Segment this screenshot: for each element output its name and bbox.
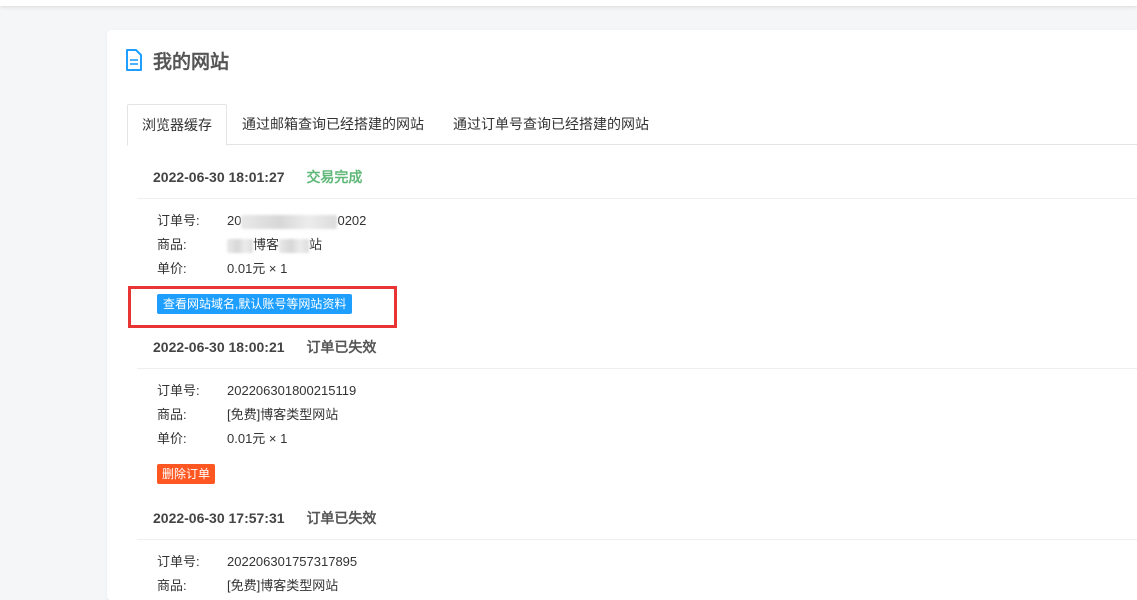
product-value: [免费]博客类型网站	[227, 407, 339, 422]
top-bar	[0, 0, 1137, 6]
order-header: 2022-06-30 17:57:31 订单已失效	[153, 508, 376, 528]
divider	[137, 539, 1137, 540]
tab-query-by-email[interactable]: 通过邮箱查询已经搭建的网站	[227, 104, 439, 144]
price-value: 0.01元 × 1	[227, 431, 288, 446]
redacted-order-number	[241, 214, 338, 229]
highlight-box	[128, 286, 397, 328]
order-number-row: 订单号: 20 0202	[157, 211, 366, 231]
product-row: 商品: [免费]博客类型网站	[157, 405, 338, 425]
price-label: 单价:	[157, 431, 187, 446]
order-header: 2022-06-30 18:01:27 交易完成	[153, 167, 362, 187]
card-header: 我的网站	[125, 46, 229, 74]
delete-order-button[interactable]: 删除订单	[157, 464, 216, 484]
order-time: 2022-06-30 18:00:21	[153, 339, 285, 355]
page-title: 我的网站	[153, 51, 230, 73]
redacted-product-part	[227, 238, 253, 253]
product-value-end: 站	[309, 237, 323, 252]
order-status: 订单已失效	[306, 510, 377, 526]
product-value: [免费]博客类型网站	[227, 578, 339, 593]
price-row: 单价: 0.01元 × 1	[157, 429, 287, 449]
main-card: 我的网站 浏览器缓存 通过邮箱查询已经搭建的网站 通过订单号查询已经搭建的网站 …	[107, 30, 1137, 600]
price-value: 0.01元 × 1	[227, 261, 288, 276]
order-status: 交易完成	[306, 169, 363, 185]
order-number-label: 订单号:	[157, 554, 200, 569]
product-label: 商品:	[157, 407, 187, 422]
product-value-part: 博客	[253, 237, 280, 252]
document-icon	[125, 49, 143, 71]
order-time: 2022-06-30 18:01:27	[153, 169, 285, 185]
order-number-value: 202206301800215119	[227, 383, 357, 398]
price-row: 单价: 0.01元 × 1	[157, 259, 287, 279]
order-number-value: 202206301757317895	[227, 554, 358, 569]
tab-bar: 浏览器缓存 通过邮箱查询已经搭建的网站 通过订单号查询已经搭建的网站	[127, 104, 1137, 146]
tab-query-by-order-number[interactable]: 通过订单号查询已经搭建的网站	[441, 104, 661, 144]
product-label: 商品:	[157, 578, 187, 593]
redacted-product-part	[279, 238, 310, 253]
divider	[137, 198, 1137, 199]
order-time: 2022-06-30 17:57:31	[153, 510, 285, 526]
price-label: 单价:	[157, 261, 187, 276]
product-label: 商品:	[157, 237, 187, 252]
divider	[137, 368, 1137, 369]
product-row: 商品: [免费]博客类型网站	[157, 576, 338, 596]
order-number-label: 订单号:	[157, 383, 200, 398]
order-number-value-end: 0202	[337, 213, 367, 228]
order-status: 订单已失效	[306, 339, 377, 355]
product-row: 商品: 博客 站	[157, 235, 322, 255]
order-number-row: 订单号: 202206301757317895	[157, 552, 357, 572]
tab-browser-cache[interactable]: 浏览器缓存	[127, 104, 227, 146]
order-number-label: 订单号:	[157, 213, 200, 228]
order-header: 2022-06-30 18:00:21 订单已失效	[153, 337, 376, 357]
order-number-row: 订单号: 202206301800215119	[157, 381, 356, 401]
order-number-value-start: 20	[227, 213, 242, 228]
